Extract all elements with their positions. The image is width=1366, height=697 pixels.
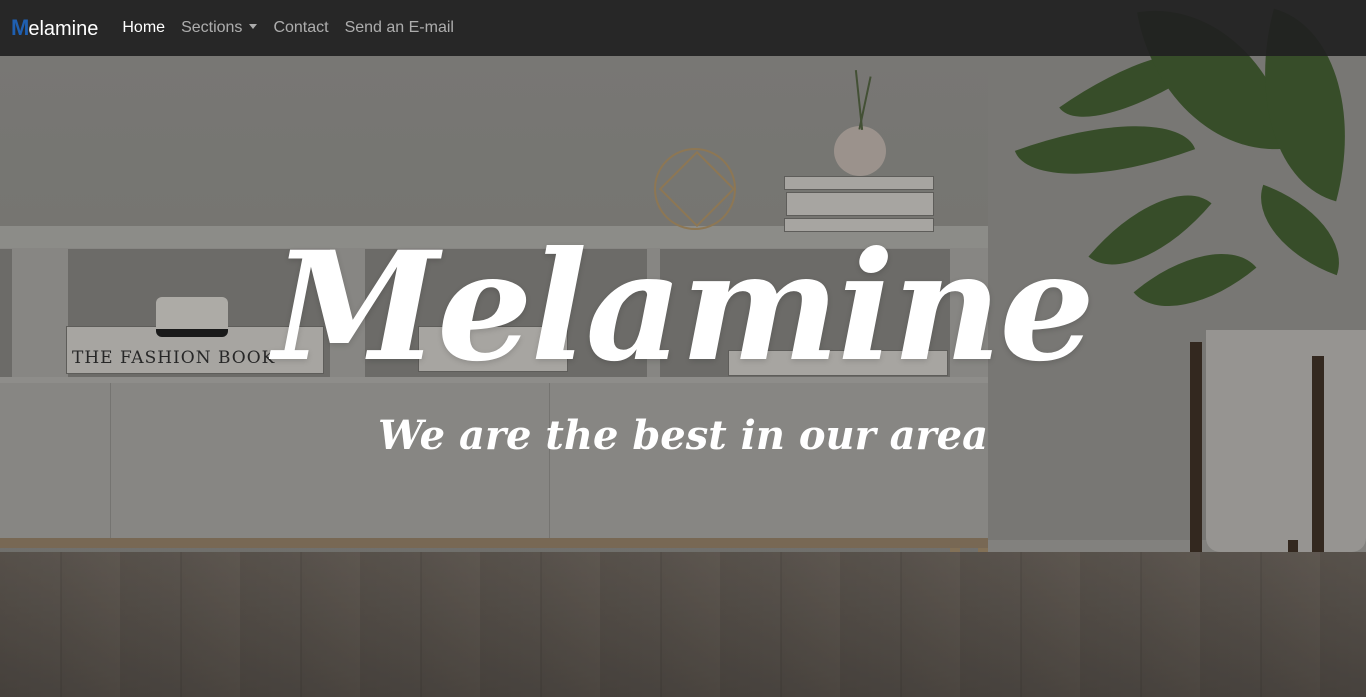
nav-send-email[interactable]: Send an E-mail	[345, 19, 454, 37]
nav-contact[interactable]: Contact	[273, 19, 328, 37]
brand-logo[interactable]: Melamine	[11, 15, 98, 41]
hero-subtitle: We are the best in our area	[378, 412, 988, 459]
hero-title: Melamine	[273, 219, 1095, 395]
nav-sections-label: Sections	[181, 19, 243, 36]
brand-mark: M	[11, 15, 29, 40]
caret-down-icon	[249, 24, 258, 29]
nav-sections-dropdown[interactable]: Sections	[181, 19, 258, 37]
brand-name: elamine	[28, 18, 99, 40]
hero-section: THE FASHION BOOK Melamine We are the bes…	[0, 0, 1366, 697]
nav-home[interactable]: Home	[122, 19, 165, 37]
navbar: Melamine Home Sections Contact Send an E…	[0, 0, 1366, 56]
